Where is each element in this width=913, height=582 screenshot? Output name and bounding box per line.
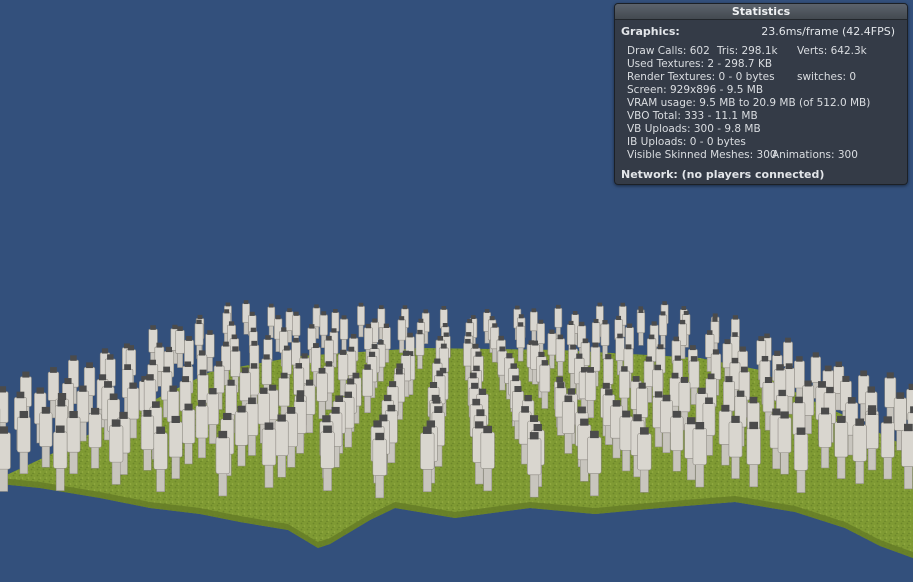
used-textures: Used Textures: 2 - 298.7 KB bbox=[627, 58, 773, 70]
graphics-label: Graphics: bbox=[621, 25, 680, 38]
frame-time-value: 23.6ms/frame (42.4FPS) bbox=[761, 25, 895, 38]
verts-count: Verts: 642.3k bbox=[797, 45, 867, 57]
character bbox=[357, 302, 365, 338]
switches-count: switches: 0 bbox=[797, 71, 857, 83]
ib-uploads: IB Uploads: 0 - 0 bytes bbox=[627, 136, 746, 148]
character bbox=[267, 303, 276, 339]
animations-count: Animations: 300 bbox=[772, 149, 858, 161]
render-textures: Render Textures: 0 - 0 bytes bbox=[627, 71, 775, 83]
character bbox=[636, 308, 646, 346]
character bbox=[397, 316, 406, 353]
statistics-title: Statistics bbox=[615, 4, 907, 20]
network-status: Network: (no players connected) bbox=[621, 168, 825, 181]
vram-usage: VRAM usage: 9.5 MB to 20.9 MB (of 512.0 … bbox=[627, 97, 871, 109]
vbo-total: VBO Total: 333 - 11.1 MB bbox=[627, 110, 758, 122]
tris-count: Tris: 298.1k bbox=[717, 45, 778, 57]
statistics-panel: Statistics Graphics: 23.6ms/frame (42.4F… bbox=[614, 3, 908, 185]
screen-info: Screen: 929x896 - 9.5 MB bbox=[627, 84, 764, 96]
vb-uploads: VB Uploads: 300 - 9.8 MB bbox=[627, 123, 761, 135]
character bbox=[16, 410, 31, 474]
draw-calls: Draw Calls: 602 bbox=[627, 45, 710, 57]
character bbox=[339, 315, 349, 353]
visible-skinned-meshes: Visible Skinned Meshes: 300 bbox=[627, 149, 777, 161]
character bbox=[658, 311, 668, 349]
character bbox=[529, 308, 538, 343]
